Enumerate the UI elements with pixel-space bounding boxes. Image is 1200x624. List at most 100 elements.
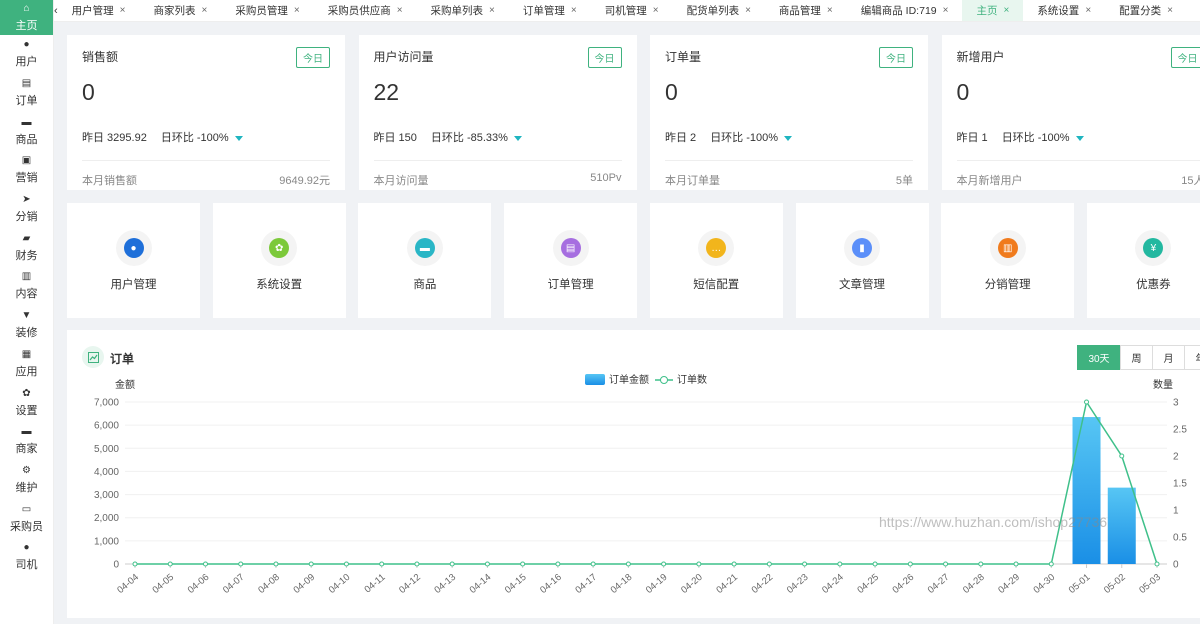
sidebar-item-maintenance[interactable]: ⚙ 维护	[0, 461, 53, 500]
tab-close-icon[interactable]: ×	[1003, 0, 1009, 21]
tab-close-icon[interactable]: ×	[1167, 0, 1173, 21]
point-order-count	[414, 561, 420, 567]
point-order-count	[273, 561, 279, 567]
stat-value: 22	[373, 79, 400, 105]
tab-label: 采购员管理	[235, 4, 288, 17]
tab-close-icon[interactable]: ×	[294, 0, 300, 21]
sms-config-icon: …	[706, 238, 727, 258]
sidebar-item-user[interactable]: ● 用户	[0, 35, 53, 74]
tab-close-icon[interactable]: ×	[827, 0, 833, 21]
tab-close-icon[interactable]: ×	[943, 0, 949, 21]
point-order-count	[484, 561, 490, 567]
sidebar-item-product[interactable]: ▬ 商品	[0, 112, 53, 151]
sidebar-item-driver[interactable]: ● 司机	[0, 538, 53, 577]
tab-close-icon[interactable]: ×	[202, 0, 208, 21]
tab-item[interactable]: 配货单列表 ×	[673, 0, 765, 21]
x-tick-label: 04-20	[679, 572, 705, 596]
divider	[665, 160, 913, 161]
tab-item[interactable]: 商品管理 ×	[765, 0, 847, 21]
tab-item[interactable]: 采购员管理 ×	[221, 0, 313, 21]
sidebar-item-content[interactable]: ▥ 内容	[0, 267, 53, 306]
x-tick-label: 04-17	[573, 572, 599, 596]
tab-label: 采购员供应商	[327, 4, 391, 17]
tab-item[interactable]: 采购单列表 ×	[417, 0, 509, 21]
tab-close-icon[interactable]: ×	[571, 0, 577, 21]
tab-item[interactable]: 司机管理 ×	[591, 0, 673, 21]
sidebar-item-purchaser[interactable]: ▭ 采购员	[0, 499, 53, 538]
quick-link-order-manage[interactable]: ▤ 订单管理	[504, 203, 638, 318]
home-icon: ⌂	[23, 2, 30, 14]
tab-close-icon[interactable]: ×	[120, 0, 126, 21]
stat-card: 用户访问量 今日 22 昨日 150 日环比 -85.33% 本月访问量 510…	[358, 35, 637, 190]
point-order-count	[132, 561, 138, 567]
sidebar-item-apps[interactable]: ▦ 应用	[0, 345, 53, 384]
sidebar-item-settings[interactable]: ✿ 设置	[0, 383, 53, 422]
quick-link-user-manage[interactable]: ● 用户管理	[67, 203, 200, 318]
point-order-count	[1084, 399, 1090, 405]
quick-link-coupon[interactable]: ¥ 优惠券	[1086, 203, 1200, 318]
quick-link-system-settings[interactable]: ✿ 系统设置	[212, 203, 346, 318]
sidebar-item-label: 订单	[15, 95, 38, 108]
stat-period-badge: 今日	[296, 47, 330, 68]
quick-icon-circle: …	[698, 230, 735, 266]
quick-link-sms-config[interactable]: … 短信配置	[649, 203, 783, 318]
sidebar-item-decorate[interactable]: ▼ 装修	[0, 306, 53, 345]
tab-item[interactable]: 编辑商品 ID:719 ×	[847, 0, 963, 21]
divider	[956, 160, 1200, 161]
tab-item[interactable]: 商家列表 ×	[140, 0, 222, 21]
legend-label-amount: 订单金额	[609, 373, 649, 386]
sidebar-item-label: 商家	[15, 443, 38, 456]
stat-month-value: 9649.92元	[279, 175, 330, 187]
tab-item[interactable]: 订单管理 ×	[509, 0, 591, 21]
sidebar-item-marketing[interactable]: ▣ 营销	[0, 151, 53, 190]
tab-close-icon[interactable]: ×	[1085, 0, 1091, 21]
merchant-icon: ▬	[21, 426, 32, 438]
tab-close-icon[interactable]: ×	[653, 0, 659, 21]
tab-item[interactable]: 配置分类 ×	[1105, 0, 1187, 21]
sidebar-item-finance[interactable]: ▰ 财务	[0, 228, 53, 267]
sidebar-item-merchant[interactable]: ▬ 商家	[0, 422, 53, 461]
trend-down-icon	[513, 135, 522, 141]
sidebar-item-order[interactable]: ▤ 订单	[0, 74, 53, 113]
tab-item[interactable]: 主页 ×	[962, 0, 1024, 21]
stat-value: 0	[956, 79, 970, 105]
tab-item[interactable]: 清除数据	[1187, 0, 1200, 21]
tab-item[interactable]: 用户管理 ×	[58, 0, 140, 21]
tab-close-icon[interactable]: ×	[489, 0, 495, 21]
point-order-count	[1119, 453, 1125, 459]
quick-link-distribution-manage[interactable]: ▥ 分销管理	[941, 203, 1075, 318]
tab-label: 配货单列表	[686, 4, 740, 17]
quick-link-product[interactable]: ▬ 商品	[358, 203, 492, 318]
sidebar-item-label: 分销	[15, 211, 38, 224]
divider	[82, 160, 330, 161]
point-order-count	[379, 561, 385, 567]
sidebar-item-label: 装修	[15, 327, 38, 340]
y2-axis-label: 数量	[1153, 378, 1173, 391]
tab-close-icon[interactable]: ×	[397, 0, 403, 21]
stat-comparison: 昨日 3295.92 日环比 -100%	[82, 129, 243, 145]
sidebar-item-distribution[interactable]: ➤ 分销	[0, 190, 53, 229]
tab-item[interactable]: 系统设置 ×	[1023, 0, 1105, 21]
order-chart: 0 1,000 2,000 3,000 4,000 5,000 6,000 7,000 0 0.5…	[94, 373, 1187, 596]
sidebar-item-home[interactable]: ⌂ 主页	[0, 0, 53, 35]
quick-link-article-manage[interactable]: ▮ 文章管理	[795, 203, 929, 318]
x-tick-label: 04-15	[503, 572, 529, 596]
y2-tick-label: 0.5	[1173, 533, 1187, 544]
settings-icon: ✿	[22, 387, 31, 399]
point-order-count	[766, 561, 772, 567]
point-order-count	[872, 561, 878, 567]
tab-item[interactable]: 采购员供应商 ×	[314, 0, 417, 21]
tab-close-icon[interactable]: ×	[745, 0, 751, 21]
tab-label: 商家列表	[153, 4, 196, 17]
y-tick-label: 1,000	[94, 536, 119, 547]
point-order-count	[907, 561, 913, 567]
y2-tick-label: 3	[1173, 398, 1179, 409]
x-tick-label: 04-26	[891, 572, 917, 596]
y2-tick-label: 0	[1173, 560, 1179, 571]
point-order-count	[308, 561, 314, 567]
product-icon: ▬	[21, 116, 32, 128]
x-tick-label: 04-12	[397, 572, 423, 596]
sidebar-item-label: 维护	[15, 481, 38, 494]
marketing-icon: ▣	[21, 155, 32, 167]
x-tick-label: 04-24	[820, 572, 846, 596]
